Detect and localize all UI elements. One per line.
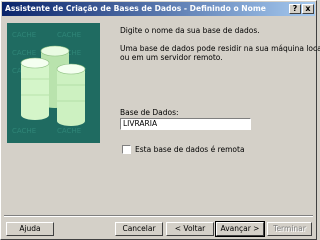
- help-button[interactable]: Ajuda: [6, 222, 54, 236]
- finish-button: Terminar: [267, 222, 312, 236]
- help-title-button[interactable]: ?: [289, 4, 301, 14]
- intro-text: Digite o nome da sua base de dados.: [120, 26, 260, 35]
- title-bar[interactable]: Assistente de Criação de Bases de Dados …: [2, 2, 315, 16]
- cancel-button-label: Cancelar: [122, 224, 156, 233]
- remote-database-label[interactable]: Esta base de dados é remota: [135, 145, 245, 154]
- close-button[interactable]: x: [302, 4, 314, 14]
- remote-database-checkbox[interactable]: [122, 145, 131, 154]
- next-button-label: Avançar >: [220, 224, 260, 233]
- watermark-text: CACHE: [12, 49, 36, 57]
- window-title: Assistente de Criação de Bases de Dados …: [5, 4, 266, 13]
- button-separator: [4, 215, 313, 217]
- watermark-text: CACHE: [57, 31, 81, 39]
- next-button[interactable]: Avançar >: [215, 221, 265, 237]
- cancel-button[interactable]: Cancelar: [115, 222, 163, 236]
- watermark-text: CACHE: [57, 127, 81, 135]
- finish-button-label: Terminar: [273, 224, 306, 233]
- watermark-text: CACHE: [12, 31, 36, 39]
- database-cylinder-icon: [56, 63, 86, 126]
- database-cylinder-icon: [20, 57, 50, 120]
- back-button-label: < Voltar: [174, 224, 206, 233]
- wizard-window: Assistente de Criação de Bases de Dados …: [0, 0, 320, 240]
- back-button[interactable]: < Voltar: [166, 222, 214, 236]
- help-button-label: Ajuda: [19, 224, 41, 233]
- database-illustration: CACHE CACHE CACHE CACHE CACHE CACHE CACH…: [7, 23, 100, 143]
- description-line-2: ou em um servidor remoto.: [120, 53, 223, 62]
- database-name-label: Base de Dados:: [120, 108, 179, 117]
- watermark-text: CACHE: [12, 127, 36, 135]
- description-line-1: Uma base de dados pode residir na sua má…: [120, 44, 320, 53]
- database-name-input[interactable]: LIVRARIA: [120, 118, 251, 130]
